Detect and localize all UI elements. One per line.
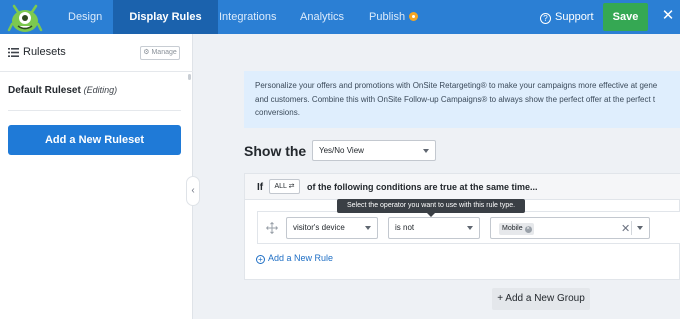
add-rule-label: Add a New Rule — [268, 253, 334, 263]
tab-display-rules[interactable]: Display Rules — [113, 0, 218, 34]
support-label: Support — [555, 11, 594, 23]
operator-select[interactable]: is not — [388, 217, 480, 239]
rule-condition-row: visitor's device is not Mobile × ✕ — [257, 211, 680, 244]
rulesets-sidebar: Rulesets ⚙ Manage Default Ruleset (Editi… — [0, 34, 193, 319]
plus-circle-icon: + — [256, 255, 265, 264]
info-line: Personalize your offers and promotions w… — [255, 81, 658, 90]
value-chip-label: Mobile — [502, 225, 523, 232]
list-icon — [8, 48, 19, 57]
sidebar-header: Rulesets ⚙ Manage — [0, 34, 193, 72]
remove-chip-icon[interactable]: × — [524, 226, 532, 233]
chevron-down-icon — [467, 226, 473, 230]
operator-value: is not — [395, 223, 415, 232]
chevron-down-icon — [365, 226, 371, 230]
info-line: conversions. — [255, 108, 300, 117]
chevron-down-icon — [637, 226, 643, 230]
ruleset-item-default[interactable]: Default Ruleset (Editing) — [8, 85, 117, 96]
info-line: and customers. Combine this with OnSite … — [255, 94, 656, 104]
optinmonster-logo — [7, 4, 43, 32]
view-select[interactable]: Yes/No View — [312, 140, 436, 161]
chevron-down-icon — [423, 148, 429, 153]
operator-tooltip: Select the operator you want to use with… — [337, 199, 525, 217]
sidebar-title: Rulesets — [23, 46, 66, 58]
rule-value-select[interactable]: Mobile × ✕ — [490, 217, 650, 239]
show-the-label: Show the — [244, 143, 307, 159]
add-group-button[interactable]: + Add a New Group — [492, 288, 590, 310]
tab-publish-label: Publish — [369, 11, 406, 23]
tab-analytics[interactable]: Analytics — [300, 0, 344, 34]
clear-icon[interactable]: ✕ — [621, 222, 630, 235]
rule-type-value: visitor's device — [293, 223, 345, 232]
if-label: If — [257, 182, 264, 193]
manage-button[interactable]: ⚙ Manage — [140, 46, 180, 60]
ruleset-state-label: (Editing) — [83, 85, 118, 95]
collapse-sidebar-icon[interactable]: ‹ — [186, 176, 200, 206]
sidebar-scrollbar[interactable] — [188, 74, 191, 80]
support-link[interactable]: ? Support — [540, 0, 594, 34]
publish-status-icon — [409, 12, 419, 21]
add-ruleset-button[interactable]: Add a New Ruleset — [8, 125, 181, 155]
tab-publish[interactable]: Publish — [369, 0, 419, 34]
drag-handle-icon[interactable] — [266, 222, 278, 234]
value-chip: Mobile × — [499, 223, 534, 235]
match-all-toggle[interactable]: ALL ⇄ — [269, 179, 300, 194]
conditions-text: of the following conditions are true at … — [307, 182, 538, 192]
help-icon: ? — [540, 13, 551, 24]
info-notice: Personalize your offers and promotions w… — [244, 71, 680, 128]
close-icon[interactable]: ✕ — [659, 6, 677, 26]
rule-group-header: If ALL ⇄ of the following conditions are… — [245, 174, 680, 200]
select-separator — [631, 221, 632, 235]
tab-integrations[interactable]: Integrations — [219, 0, 276, 34]
rule-type-select[interactable]: visitor's device — [286, 217, 378, 239]
add-rule-link[interactable]: + Add a New Rule — [256, 253, 333, 264]
ruleset-name-label: Default Ruleset — [8, 85, 81, 96]
top-nav-bar: Design Display Rules Integrations Analyt… — [0, 0, 680, 34]
gear-icon: ⚙ — [143, 49, 150, 56]
sidebar-divider — [8, 110, 181, 111]
tab-design[interactable]: Design — [68, 0, 102, 34]
view-select-value: Yes/No View — [319, 146, 364, 155]
save-button[interactable]: Save — [603, 3, 648, 31]
manage-label: Manage — [151, 49, 177, 56]
